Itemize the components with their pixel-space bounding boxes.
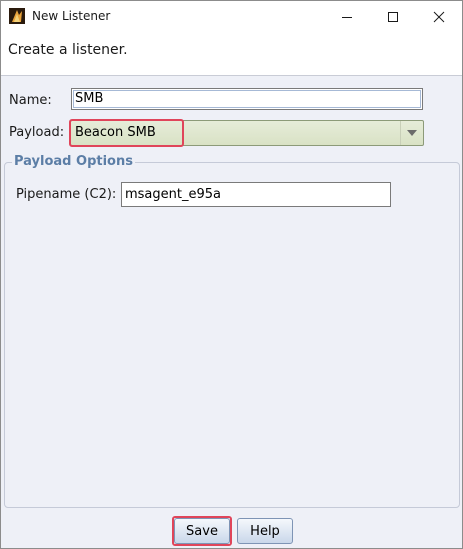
payload-options-group (4, 162, 460, 508)
header-banner: Create a listener. (1, 32, 462, 76)
header-description: Create a listener. (8, 42, 128, 58)
app-icon (9, 8, 25, 24)
pipename-label: Pipename (C2): (16, 187, 117, 202)
payload-label: Payload: (9, 125, 65, 140)
minimize-button[interactable] (324, 1, 370, 32)
maximize-icon (388, 11, 398, 22)
help-button[interactable]: Help (237, 518, 293, 544)
close-icon (433, 11, 445, 22)
maximize-button[interactable] (370, 1, 416, 32)
minimize-icon (342, 16, 352, 18)
pipename-input[interactable]: msagent_e95a (121, 182, 391, 207)
payload-selected-value: Beacon SMB (75, 125, 156, 140)
close-button[interactable] (416, 1, 462, 32)
window-title: New Listener (32, 9, 111, 23)
payload-options-title: Payload Options (12, 154, 135, 169)
new-listener-dialog: New Listener Create a listener. Name: SM… (0, 0, 463, 549)
dropdown-arrow-button[interactable] (400, 121, 423, 145)
name-input[interactable]: SMB (71, 88, 423, 110)
name-label: Name: (9, 93, 52, 108)
save-button[interactable]: Save (174, 518, 230, 544)
payload-select[interactable]: Beacon SMB (70, 120, 424, 146)
chevron-down-icon (407, 130, 417, 136)
title-bar[interactable]: New Listener (1, 1, 462, 32)
